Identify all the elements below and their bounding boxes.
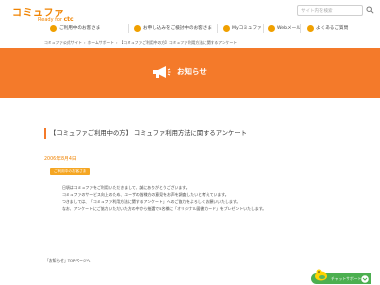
breadcrumb-separator: ›: [115, 40, 118, 45]
breadcrumb: コミュファ公式サイト › ホームサポート › 【コミュファご利用中の方】コミュフ…: [44, 40, 237, 46]
mail-icon: [268, 24, 275, 32]
nav-item-label: よくあるご質問: [316, 26, 349, 31]
account-icon: [223, 24, 230, 32]
breadcrumb-separator: ›: [83, 40, 86, 45]
nav-item-label: Myコミュファ: [232, 26, 262, 31]
nav-item-label: ご利用中のお客さま: [59, 26, 101, 31]
nav-divider: [300, 24, 301, 33]
person-icon: [134, 24, 141, 32]
article-title: 【コミュファご利用中の方】 コミュファ利用方法に関するアンケート: [44, 128, 336, 139]
article-body-line: 日頃はコミュファをご利用いただきまして、誠にありがとうございます。: [62, 185, 190, 190]
site-search-input[interactable]: サイト内を検索: [297, 5, 363, 16]
article-date: 2006年8月4日: [44, 157, 77, 162]
mascot-icon: [315, 269, 327, 281]
chevron-down-icon[interactable]: [361, 275, 369, 283]
nav-divider: [217, 24, 218, 33]
question-icon: [307, 24, 314, 32]
chat-support-label[interactable]: チャットサポート: [331, 276, 361, 282]
global-nav: ご利用中のお客さま お申し込みをご検討中のお客さま Myコミュファ Webメール…: [0, 20, 380, 36]
category-tag: ご利用中のお客さま: [50, 168, 91, 175]
search-icon[interactable]: [366, 6, 374, 14]
nav-divider: [128, 24, 129, 33]
page-title: お知らせ: [177, 67, 207, 76]
article-body-line: つきましては、「コミュファ利用方法に関するアンケート」へのご協力をよろしくお願い…: [62, 199, 241, 204]
nav-item-label: Webメール: [277, 26, 301, 31]
article-body-line: コミュファのサービス向上のため、ユーザの皆様方の意見をお声を調査したいと考えてい…: [62, 192, 229, 197]
breadcrumb-item-support[interactable]: ホームサポート: [88, 40, 114, 46]
breadcrumb-item-current: 【コミュファご利用中の方】コミュファ利用方法に関するアンケート: [119, 40, 238, 45]
breadcrumb-item-home[interactable]: コミュファ公式サイト: [44, 40, 82, 46]
nav-item-label: お申し込みをご検討中のお客さま: [143, 26, 212, 31]
nav-item-webmail[interactable]: Webメール: [268, 22, 301, 34]
nav-item-prospective-customers[interactable]: お申し込みをご検討中のお客さま: [134, 22, 212, 34]
article-body-line: なお、アンケートにご協力いただいた方の中から抽選で5名様に「オリジナル図書カード…: [62, 206, 267, 211]
megaphone-icon: [153, 66, 171, 78]
person-icon: [50, 24, 57, 32]
nav-item-current-customers[interactable]: ご利用中のお客さま: [50, 22, 100, 34]
nav-item-faq[interactable]: よくあるご質問: [307, 22, 348, 34]
nav-divider: [263, 24, 264, 33]
nav-item-my-commufa[interactable]: Myコミュファ: [223, 22, 262, 34]
back-to-news-top-link[interactable]: 「お知らせ」TOPページへ: [45, 258, 90, 264]
